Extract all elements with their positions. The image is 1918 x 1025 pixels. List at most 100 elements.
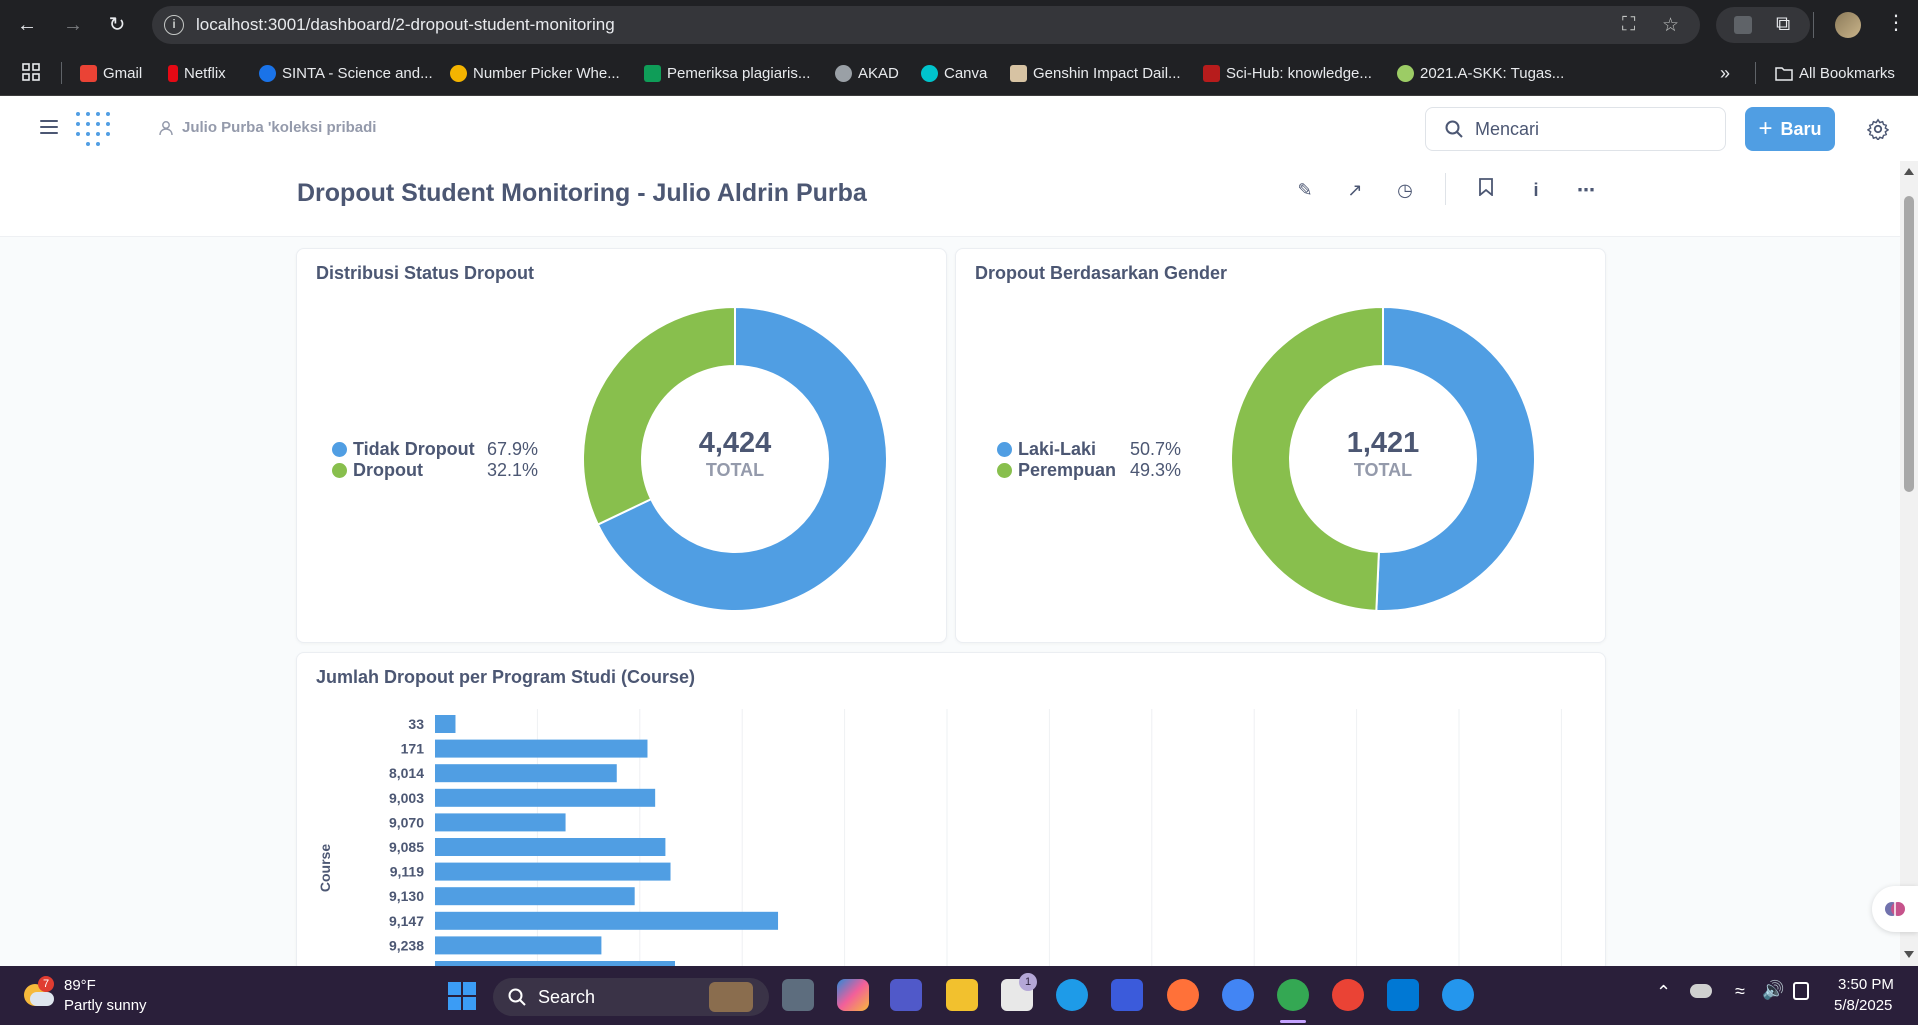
task-view-icon[interactable] bbox=[782, 979, 814, 1011]
teams-icon[interactable] bbox=[890, 979, 922, 1011]
bookmark-scihub[interactable]: Sci-Hub: knowledge... bbox=[1203, 62, 1372, 84]
share-icon[interactable]: ↗ bbox=[1340, 175, 1370, 205]
url-text[interactable]: localhost:3001/dashboard/2-dropout-stude… bbox=[196, 15, 615, 35]
firefox-icon[interactable] bbox=[1167, 979, 1199, 1011]
bookmark-canva[interactable]: Canva bbox=[921, 62, 987, 84]
tick-label: 171 bbox=[401, 741, 425, 757]
edge-icon[interactable] bbox=[1056, 979, 1088, 1011]
weather-temp[interactable]: 89°F bbox=[64, 977, 96, 994]
legend: Laki-Laki 50.7% Perempuan 49.3% bbox=[997, 439, 1181, 481]
bookmark-icon[interactable] bbox=[1471, 175, 1501, 205]
history-icon[interactable]: ◷ bbox=[1390, 175, 1420, 205]
puzzle-icon[interactable]: ⧉ bbox=[1776, 13, 1790, 36]
bookmark-skk[interactable]: 2021.A-SKK: Tugas... bbox=[1397, 62, 1564, 84]
more-icon[interactable]: ⋯ bbox=[1571, 175, 1601, 205]
volume-icon[interactable]: 🔊 bbox=[1762, 980, 1784, 1001]
bookmark-akad[interactable]: AKAD bbox=[835, 62, 899, 84]
scihub-icon bbox=[1203, 64, 1220, 82]
weather-desc[interactable]: Partly sunny bbox=[64, 997, 147, 1014]
bar[interactable] bbox=[435, 715, 456, 733]
back-icon[interactable]: ← bbox=[14, 12, 40, 38]
bookmarks-overflow-icon[interactable]: » bbox=[1720, 62, 1730, 84]
dashboard-header: Dropout Student Monitoring - Julio Aldri… bbox=[0, 161, 1900, 237]
file-explorer-icon[interactable] bbox=[946, 979, 978, 1011]
chrome-icon[interactable] bbox=[1277, 979, 1309, 1011]
bar[interactable] bbox=[435, 838, 666, 856]
all-bookmarks[interactable]: All Bookmarks bbox=[1775, 62, 1895, 84]
collection-breadcrumb[interactable]: Julio Purba 'koleksi pribadi bbox=[158, 119, 376, 136]
clock-time[interactable]: 3:50 PM bbox=[1838, 976, 1894, 993]
logo-dot bbox=[86, 142, 90, 146]
scroll-up-icon[interactable] bbox=[1904, 168, 1914, 175]
scroll-thumb[interactable] bbox=[1904, 196, 1914, 492]
address-bar[interactable]: i localhost:3001/dashboard/2-dropout-stu… bbox=[152, 6, 1700, 44]
bookmark-gmail[interactable]: Gmail bbox=[80, 62, 142, 84]
scroll-down-icon[interactable] bbox=[1904, 951, 1914, 958]
menu-kebab-icon[interactable]: ⋮ bbox=[1886, 10, 1906, 35]
wifi-icon[interactable]: ≈ bbox=[1735, 981, 1745, 1002]
edit-icon[interactable]: ✎ bbox=[1290, 175, 1320, 205]
logo-dot bbox=[106, 132, 110, 136]
scrollbar[interactable] bbox=[1900, 161, 1918, 966]
extension-icon[interactable] bbox=[1734, 16, 1752, 34]
page-title[interactable]: Dropout Student Monitoring - Julio Aldri… bbox=[297, 179, 867, 208]
bookmark-star-icon[interactable]: ☆ bbox=[1662, 14, 1679, 37]
legend-item[interactable]: Tidak Dropout 67.9% bbox=[332, 439, 538, 460]
bar[interactable] bbox=[435, 813, 566, 832]
legend-item[interactable]: Dropout 32.1% bbox=[332, 460, 538, 481]
bookmark-plagiarism[interactable]: Pemeriksa plagiaris... bbox=[644, 62, 810, 84]
new-button[interactable]: + Baru bbox=[1745, 107, 1835, 151]
clock-date[interactable]: 5/8/2025 bbox=[1834, 997, 1892, 1014]
metabase-logo[interactable] bbox=[76, 112, 112, 148]
card-gender-dropout[interactable]: Dropout Berdasarkan Gender Laki-Laki 50.… bbox=[955, 248, 1606, 643]
bookmark-number-picker[interactable]: Number Picker Whe... bbox=[450, 62, 620, 84]
logo-dot bbox=[106, 122, 110, 126]
divider bbox=[1445, 173, 1446, 205]
app-icon[interactable] bbox=[1111, 979, 1143, 1011]
legend-item[interactable]: Perempuan 49.3% bbox=[997, 460, 1181, 481]
bar[interactable] bbox=[435, 862, 671, 881]
onedrive-icon[interactable] bbox=[1690, 984, 1712, 998]
bar[interactable] bbox=[435, 936, 602, 955]
copilot-icon[interactable] bbox=[837, 979, 869, 1011]
store-icon[interactable]: 1 bbox=[1001, 973, 1037, 1011]
person-icon bbox=[159, 120, 173, 135]
bar[interactable] bbox=[435, 764, 617, 783]
bar[interactable] bbox=[435, 739, 648, 758]
reload-icon[interactable]: ↻ bbox=[104, 12, 130, 38]
brain-icon bbox=[1885, 902, 1905, 916]
chevron-up-icon[interactable]: ⌃ bbox=[1656, 982, 1671, 1003]
weather-badge: 7 bbox=[38, 976, 54, 992]
vscode-icon[interactable] bbox=[1387, 979, 1419, 1011]
gear-icon[interactable] bbox=[1867, 118, 1889, 140]
card-status-dropout[interactable]: Distribusi Status Dropout Tidak Dropout … bbox=[296, 248, 947, 643]
donut-slice-dropout[interactable] bbox=[582, 306, 736, 526]
translate-icon[interactable]: ⛶ bbox=[1622, 14, 1635, 36]
search-input[interactable]: Mencari bbox=[1425, 107, 1726, 151]
site-info-icon[interactable]: i bbox=[164, 15, 184, 35]
bar[interactable] bbox=[435, 911, 779, 930]
windows-start-icon[interactable] bbox=[447, 981, 477, 1011]
metabot-button[interactable] bbox=[1872, 886, 1918, 932]
card-course-dropout[interactable]: Jumlah Dropout per Program Studi (Course… bbox=[296, 652, 1606, 972]
hamburger-icon[interactable] bbox=[40, 120, 58, 134]
legend-item[interactable]: Laki-Laki 50.7% bbox=[997, 439, 1181, 460]
bookmark-sinta[interactable]: SINTA - Science and... bbox=[259, 62, 433, 84]
tick-label: 8,014 bbox=[389, 765, 424, 781]
taskbar-search[interactable]: Search bbox=[493, 978, 769, 1016]
sinta-icon bbox=[259, 64, 276, 82]
profile-avatar[interactable] bbox=[1835, 12, 1861, 38]
info-icon[interactable]: i bbox=[1521, 175, 1551, 205]
docker-icon[interactable] bbox=[1442, 979, 1474, 1011]
chrome-icon[interactable] bbox=[1332, 979, 1364, 1011]
weather-icon[interactable]: 7 bbox=[22, 976, 54, 1008]
bar[interactable] bbox=[435, 788, 656, 807]
bookmark-netflix[interactable]: Netflix bbox=[168, 62, 226, 84]
battery-icon[interactable] bbox=[1793, 982, 1809, 1000]
bar-chart[interactable]: 33 171 8,014 9,003 9,070 9,085 9,119 9,130 9,147… bbox=[297, 653, 1606, 972]
bar[interactable] bbox=[435, 887, 635, 906]
bookmark-genshin[interactable]: Genshin Impact Dail... bbox=[1010, 62, 1181, 84]
apps-grid-icon[interactable] bbox=[22, 63, 40, 81]
forward-icon[interactable]: → bbox=[60, 12, 86, 38]
chrome-icon[interactable] bbox=[1222, 979, 1254, 1011]
